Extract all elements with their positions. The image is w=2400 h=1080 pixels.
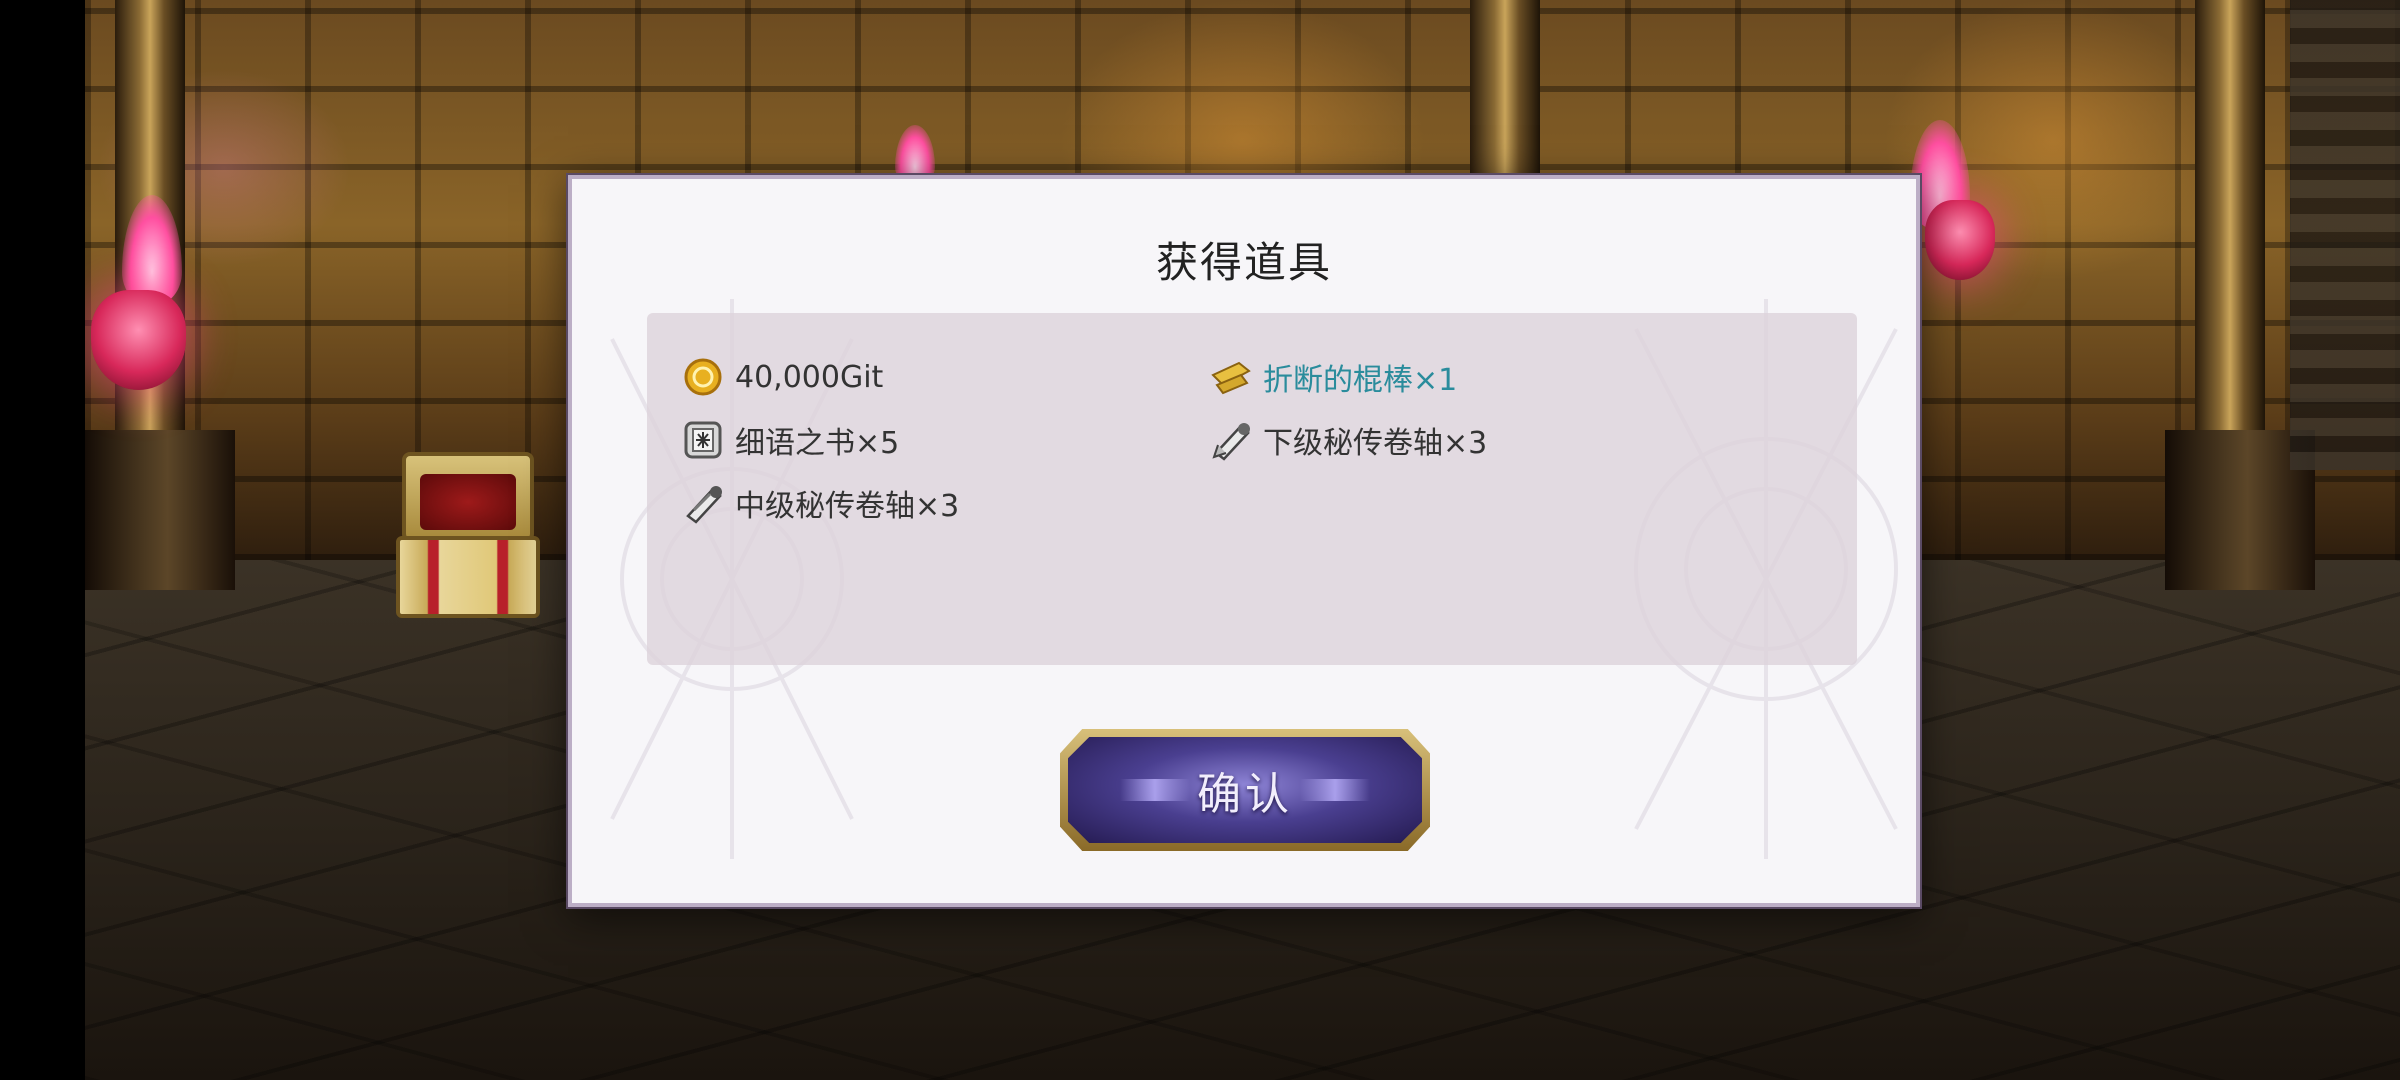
reward-item: 细语之书×5 (681, 414, 899, 466)
stairs (2290, 0, 2400, 470)
confirm-button[interactable]: 确认 (1060, 729, 1430, 851)
scroll-icon (1209, 418, 1253, 462)
reward-item: 下级秘传卷轴×3 (1209, 414, 1487, 466)
pillar-base-left (85, 430, 235, 590)
reward-items-panel: 40,000Git 折断的棍棒×1 细语之书×5 下级秘传卷轴×3 中级秘传卷轴… (647, 313, 1857, 665)
reward-item-label: 细语之书×5 (735, 426, 900, 461)
book-icon (681, 418, 725, 462)
reward-item-label: 下级秘传卷轴×3 (1263, 426, 1488, 461)
torch-right-icon (1925, 200, 1995, 280)
reward-item: 中级秘传卷轴×3 (681, 477, 959, 529)
torch-left-icon (91, 290, 186, 390)
treasure-chest-icon (396, 452, 540, 618)
scroll-icon (681, 481, 725, 525)
reward-item: 折断的棍棒×1 (1209, 351, 1457, 403)
reward-item-label: 折断的棍棒×1 (1263, 363, 1458, 398)
reward-item-label: 中级秘传卷轴×3 (735, 489, 960, 524)
confirm-button-label: 确认 (1197, 769, 1293, 820)
dialog-title: 获得道具 (1155, 238, 1332, 287)
golden-stick-icon (1209, 355, 1253, 399)
item-reward-dialog: 获得道具 40,000Git 折断的棍棒×1 细语之书×5 下级秘传卷轴×3 中… (568, 175, 1920, 907)
reward-item-label: 40,000Git (735, 359, 884, 395)
reward-item: 40,000Git (681, 351, 883, 403)
pillar-right (2195, 0, 2265, 500)
gold-coin-icon (681, 355, 725, 399)
